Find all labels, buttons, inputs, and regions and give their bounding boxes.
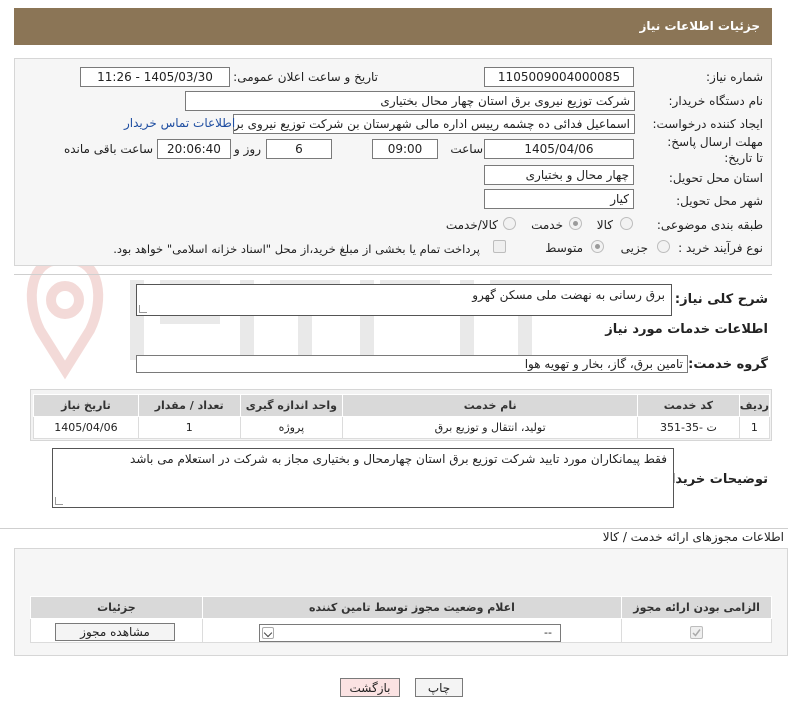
city-field: کیار [484, 189, 634, 209]
treasury-payment-checkbox[interactable] [493, 240, 506, 253]
col-header-quantity: تعداد / مقدار [137, 394, 241, 417]
province-label: استان محل تحویل: [668, 171, 763, 185]
city-label: شهر محل تحویل: [676, 194, 763, 208]
requester-label: ایجاد کننده درخواست: [652, 117, 763, 131]
permits-section-title: اطلاعات مجوزهای ارائه خدمت / کالا [602, 530, 784, 544]
need-info-panel [14, 58, 772, 266]
deadline-time-label: ساعت [450, 142, 483, 156]
category-label: طبقه بندی موضوعی: [656, 218, 763, 232]
service-group-field: تامین برق، گاز، بخار و تهویه هوا [136, 355, 688, 373]
table-row: 1 ت -35-351 تولید، انتقال و توزیع برق پر… [33, 416, 771, 439]
permit-required-checkbox [690, 626, 703, 639]
category-radio-goods[interactable] [620, 217, 633, 230]
resize-handle[interactable] [55, 497, 63, 505]
col-header-permit-status: اعلام وضعیت مجوز توسط تامین کننده [201, 596, 623, 619]
buyer-org-field: شرکت توزیع نیروی برق استان چهار محال بخت… [185, 91, 635, 111]
cell-service-name: تولید، انتقال و توزیع برق [342, 416, 639, 439]
days-label: روز و [234, 142, 261, 156]
section-divider [14, 274, 772, 275]
service-group-label: گروه خدمت: [688, 357, 768, 372]
buyer-notes-label: توضیحات خریدار: [658, 472, 768, 487]
cell-row-number: 1 [738, 416, 771, 439]
process-radio-minor[interactable] [657, 240, 670, 253]
col-header-service-code: کد خدمت [637, 394, 740, 417]
category-radio-goods-service[interactable] [503, 217, 516, 230]
process-type-label: نوع فرآیند خرید : [678, 241, 763, 255]
treasury-payment-note: پرداخت تمام یا بخشی از مبلغ خرید،از محل … [113, 242, 480, 256]
deadline-label: مهلت ارسال پاسخ: تا تاریخ: [667, 135, 763, 165]
requester-field: اسماعیل فدائی ده چشمه رییس اداره مالی شه… [233, 114, 635, 134]
col-header-row: ردیف [738, 394, 771, 417]
buyer-org-label: نام دستگاه خریدار: [668, 94, 764, 108]
days-remaining-field: 6 [266, 139, 332, 159]
need-number-field: 1105009004000085 [484, 67, 634, 87]
general-description-label: شرح کلی نیاز: [674, 292, 768, 307]
remaining-time-field: 20:06:40 [157, 139, 231, 159]
resize-handle[interactable] [139, 305, 147, 313]
remaining-time-label: ساعت باقی مانده [63, 142, 153, 156]
col-header-service-name: نام خدمت [342, 394, 639, 417]
services-section-title: اطلاعات خدمات مورد نیاز [605, 322, 768, 337]
category-option-goods-service: کالا/خدمت [445, 218, 498, 232]
buyer-contact-link[interactable]: اطلاعات تماس خریدار [124, 116, 235, 130]
page-title: جزئیات اطلاعات نیاز [14, 8, 772, 45]
col-header-permit-required: الزامی بودن ارائه مجوز [621, 596, 772, 619]
cell-service-code: ت -35-351 [637, 416, 740, 439]
category-radio-service[interactable] [569, 217, 582, 230]
need-number-label: شماره نیاز: [706, 70, 763, 84]
print-button[interactable]: چاپ [415, 678, 463, 697]
col-header-unit: واحد اندازه گیری [239, 394, 344, 417]
permits-divider [0, 528, 788, 529]
back-button[interactable]: بازگشت [340, 678, 400, 697]
deadline-date-field: 1405/04/06 [484, 139, 634, 159]
deadline-time-field: 09:00 [372, 139, 438, 159]
cell-unit: پروژه [239, 416, 344, 439]
chevron-down-icon [262, 627, 274, 639]
col-header-need-date: تاریخ نیاز [33, 394, 139, 417]
cell-quantity: 1 [137, 416, 241, 439]
general-description-field: برق رسانی به نهضت ملی مسکن گهرو [136, 284, 672, 316]
province-field: چهار محال و بختیاری [484, 165, 634, 185]
process-radio-medium[interactable] [591, 240, 604, 253]
services-table: ردیف کد خدمت نام خدمت واحد اندازه گیری ت… [33, 394, 771, 439]
announce-datetime-field: 1405/03/30 - 11:26 [80, 67, 230, 87]
buyer-notes-field: فقط پیمانکاران مورد تایید شرکت توزیع برق… [52, 448, 674, 508]
permit-status-select[interactable]: -- [259, 624, 561, 642]
category-option-goods: کالا [596, 218, 613, 232]
col-header-details: جزئیات [30, 596, 203, 619]
announce-datetime-label: تاریخ و ساعت اعلان عمومی: [233, 70, 378, 84]
category-option-service: خدمت [531, 218, 563, 232]
process-option-medium: متوسط [545, 241, 583, 255]
process-option-minor: جزیی [620, 241, 648, 255]
cell-need-date: 1405/04/06 [33, 416, 139, 439]
view-permit-button[interactable]: مشاهده مجوز [55, 623, 175, 641]
